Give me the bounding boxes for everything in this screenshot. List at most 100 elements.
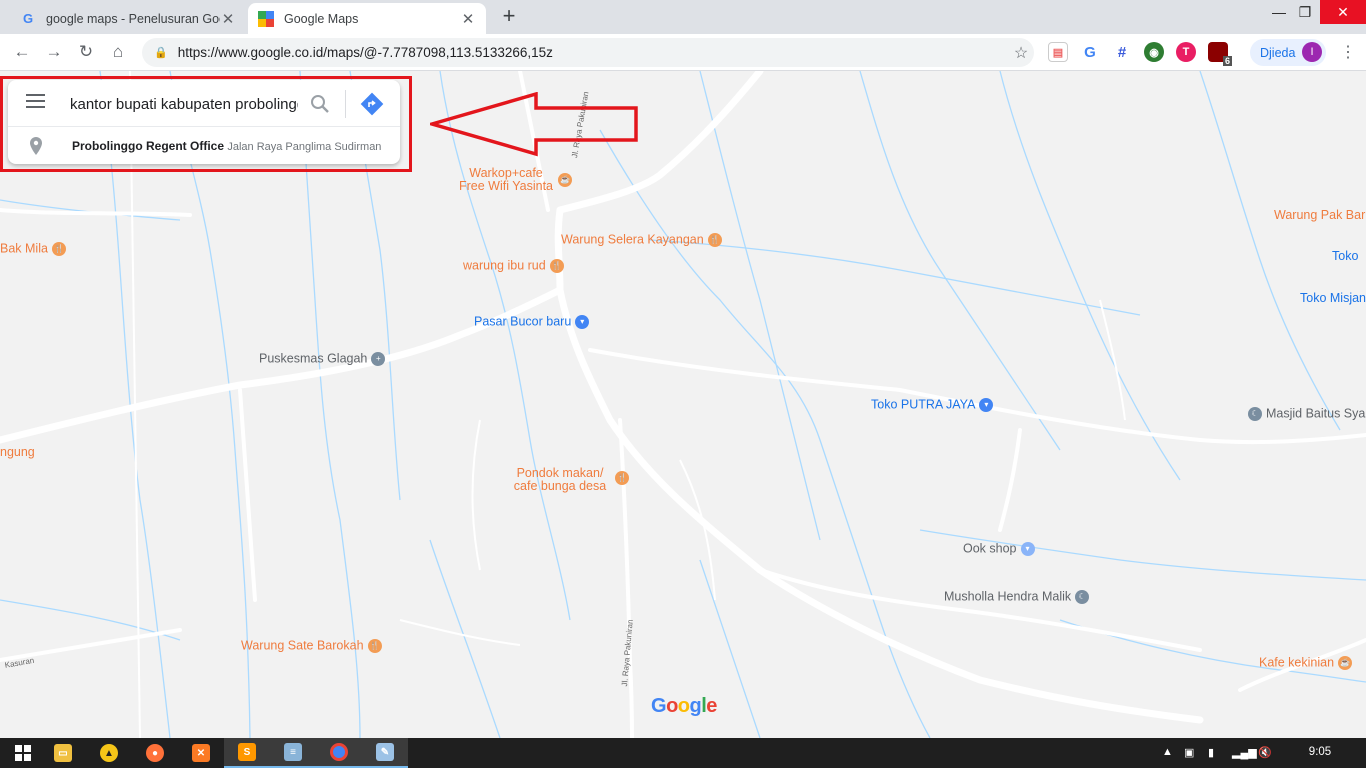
cafe-pin-icon: ☕ [1338, 656, 1353, 670]
new-tab-button[interactable]: + [498, 5, 520, 27]
taskbar-clock[interactable]: 9:05 [1300, 746, 1340, 758]
chrome-icon [330, 743, 348, 761]
sublime-text-icon: S [238, 743, 256, 761]
poi-musholla-hendra-malik[interactable]: Musholla Hendra Malik ☾ [944, 589, 1090, 604]
notepad-icon: ≡ [284, 743, 302, 761]
grid-extension-icon[interactable]: # [1112, 42, 1132, 62]
extension-icon[interactable]: ▤ [1048, 42, 1068, 62]
poi-label: Warung Sate Barokah [241, 638, 364, 653]
poi-pasar-bucor-baru[interactable]: Pasar Bucor baru ▾ [474, 314, 590, 329]
google-extension-icon[interactable]: G [1080, 42, 1100, 62]
reload-icon[interactable]: ↻ [74, 40, 98, 64]
folder-icon: ▭ [54, 744, 72, 762]
poi-ook-shop[interactable]: Ook shop ▾ [963, 542, 1035, 556]
poi-label: Toko PUTRA JAYA [871, 397, 976, 412]
taskbar-file-explorer[interactable]: ▭ [40, 738, 86, 768]
poi-masjid-baitus[interactable]: ☾ Masjid Baitus Sya [1248, 407, 1365, 421]
poi-label: warung ibu rud [463, 258, 546, 273]
poi-label: Warung Selera Kayangan [561, 232, 704, 247]
profile-button[interactable]: Djieda I [1250, 39, 1326, 66]
restaurant-pin-icon: 🍴 [51, 242, 66, 256]
mosque-pin-icon: ☾ [1075, 590, 1090, 604]
poi-label: Toko Misjan [1300, 291, 1366, 305]
menu-kebab-icon[interactable]: ⋮ [1338, 42, 1358, 62]
taskbar-sublime[interactable]: S [224, 738, 270, 768]
annotation-highlight-box [0, 76, 412, 172]
windows-logo-icon [15, 745, 31, 761]
poi-label: Pasar Bucor baru [474, 314, 572, 329]
poi-toko-putra-jaya[interactable]: Toko PUTRA JAYA ▾ [871, 397, 994, 412]
paint-icon: ✎ [376, 743, 394, 761]
shield-extension-icon[interactable]: 6 [1208, 42, 1232, 66]
mosque-pin-icon: ☾ [1248, 407, 1262, 421]
volume-muted-icon[interactable]: 🔇 [1258, 746, 1272, 759]
poi-kafe-kekinian[interactable]: Kafe kekinian ☕ [1259, 656, 1353, 670]
browser-tab-strip: G google maps - Penelusuran Goog ✕ Googl… [0, 0, 1366, 34]
poi-warung-ibu-rud[interactable]: warung ibu rud 🍴 [463, 259, 564, 273]
back-icon[interactable]: ← [10, 40, 34, 64]
poi-warung-selera-kayangan[interactable]: Warung Selera Kayangan 🍴 [561, 233, 722, 247]
hospital-pin-icon: + [371, 352, 386, 366]
poi-label: Musholla Hendra Malik [944, 589, 1072, 604]
taskbar-app[interactable]: ▲ [86, 738, 132, 768]
taskbar-notepad[interactable]: ≡ [270, 738, 316, 768]
home-icon[interactable]: ⌂ [106, 40, 130, 64]
poi-label: Toko [1332, 249, 1359, 263]
poi-label: Masjid Baitus Sya [1266, 406, 1366, 421]
poi-warung-sate-barokah[interactable]: Warung Sate Barokah 🍴 [241, 639, 382, 653]
globe-extension-icon[interactable]: ◉ [1144, 42, 1164, 62]
poi-label: Puskesmas Glagah [259, 351, 368, 366]
cafe-pin-icon: ☕ [558, 173, 572, 187]
restaurant-pin-icon: 🍴 [549, 259, 564, 273]
tab-google-maps[interactable]: Google Maps ✕ [248, 3, 486, 34]
browser-toolbar: ← → ↻ ⌂ 🔒 https://www.google.co.id/maps/… [0, 34, 1366, 71]
poi-toko[interactable]: Toko [1332, 250, 1358, 263]
poi-puskesmas-glagah[interactable]: Puskesmas Glagah + [259, 351, 386, 366]
tab-google-search[interactable]: G google maps - Penelusuran Goog ✕ [10, 3, 246, 34]
xampp-icon: ✕ [192, 744, 210, 762]
poi-label: Ook shop [963, 541, 1017, 556]
poi-label: Warung Pak Bar [1274, 208, 1366, 222]
poi-label: Bak Mila [0, 241, 48, 256]
battery-icon[interactable]: ▮ [1208, 746, 1214, 759]
taskbar-firefox[interactable]: ● [132, 738, 178, 768]
bookmark-star-icon[interactable]: ☆ [1008, 43, 1034, 63]
tab-title: Google Maps [284, 11, 359, 26]
shopping-pin-icon: ▾ [575, 315, 590, 329]
taskbar-chrome[interactable] [316, 738, 362, 768]
poi-toko-misjan[interactable]: Toko Misjan [1300, 292, 1366, 305]
forward-icon[interactable]: → [42, 40, 66, 64]
restaurant-pin-icon: 🍴 [367, 639, 382, 653]
poi-label: ngung [0, 445, 35, 459]
taskbar-xampp[interactable]: ✕ [178, 738, 224, 768]
google-logo: Google [651, 695, 717, 717]
poi-warkop-yasinta[interactable]: Warkop+cafe Free Wifi Yasinta ☕ [456, 166, 572, 193]
poi-ngung[interactable]: ngung [0, 446, 35, 459]
restore-icon[interactable]: ❐ [1288, 0, 1322, 24]
url-text[interactable]: https://www.google.co.id/maps/@-7.778709… [178, 45, 1008, 60]
poi-label: Warkop+cafe Free Wifi Yasinta [458, 166, 553, 193]
firefox-icon: ● [146, 744, 164, 762]
network-error-icon[interactable]: ▣ [1184, 746, 1194, 759]
poi-pondok-makan[interactable]: Pondok makan/ cafe bunga desa 🍴 [505, 467, 629, 493]
profile-name: Djieda [1260, 45, 1296, 60]
restaurant-pin-icon: 🍴 [615, 471, 629, 485]
restaurant-pin-icon: 🍴 [707, 233, 722, 247]
poi-warung-pak-bar[interactable]: Warung Pak Bar [1274, 209, 1365, 222]
taskbar-paint[interactable]: ✎ [362, 738, 408, 768]
tab-title: google maps - Penelusuran Goog [46, 11, 220, 26]
google-g-icon: G [22, 11, 34, 26]
show-hidden-icons[interactable]: ▲ [1162, 746, 1173, 758]
annotation-arrow [430, 92, 638, 157]
shopping-pin-icon: ▾ [1020, 542, 1035, 556]
translate-extension-icon[interactable]: T [1176, 42, 1196, 62]
address-bar[interactable]: 🔒 https://www.google.co.id/maps/@-7.7787… [142, 38, 1034, 67]
close-tab-icon[interactable]: ✕ [220, 10, 236, 28]
extension-badge: 6 [1222, 56, 1232, 66]
lock-icon: 🔒 [154, 47, 168, 59]
close-tab-icon[interactable]: ✕ [460, 10, 476, 28]
google-maps-icon [258, 10, 274, 27]
close-window-icon[interactable]: ✕ [1320, 0, 1366, 24]
wifi-signal-icon[interactable]: ▂▄▆ [1232, 746, 1257, 759]
poi-bak-mila[interactable]: Bak Mila 🍴 [0, 242, 66, 256]
